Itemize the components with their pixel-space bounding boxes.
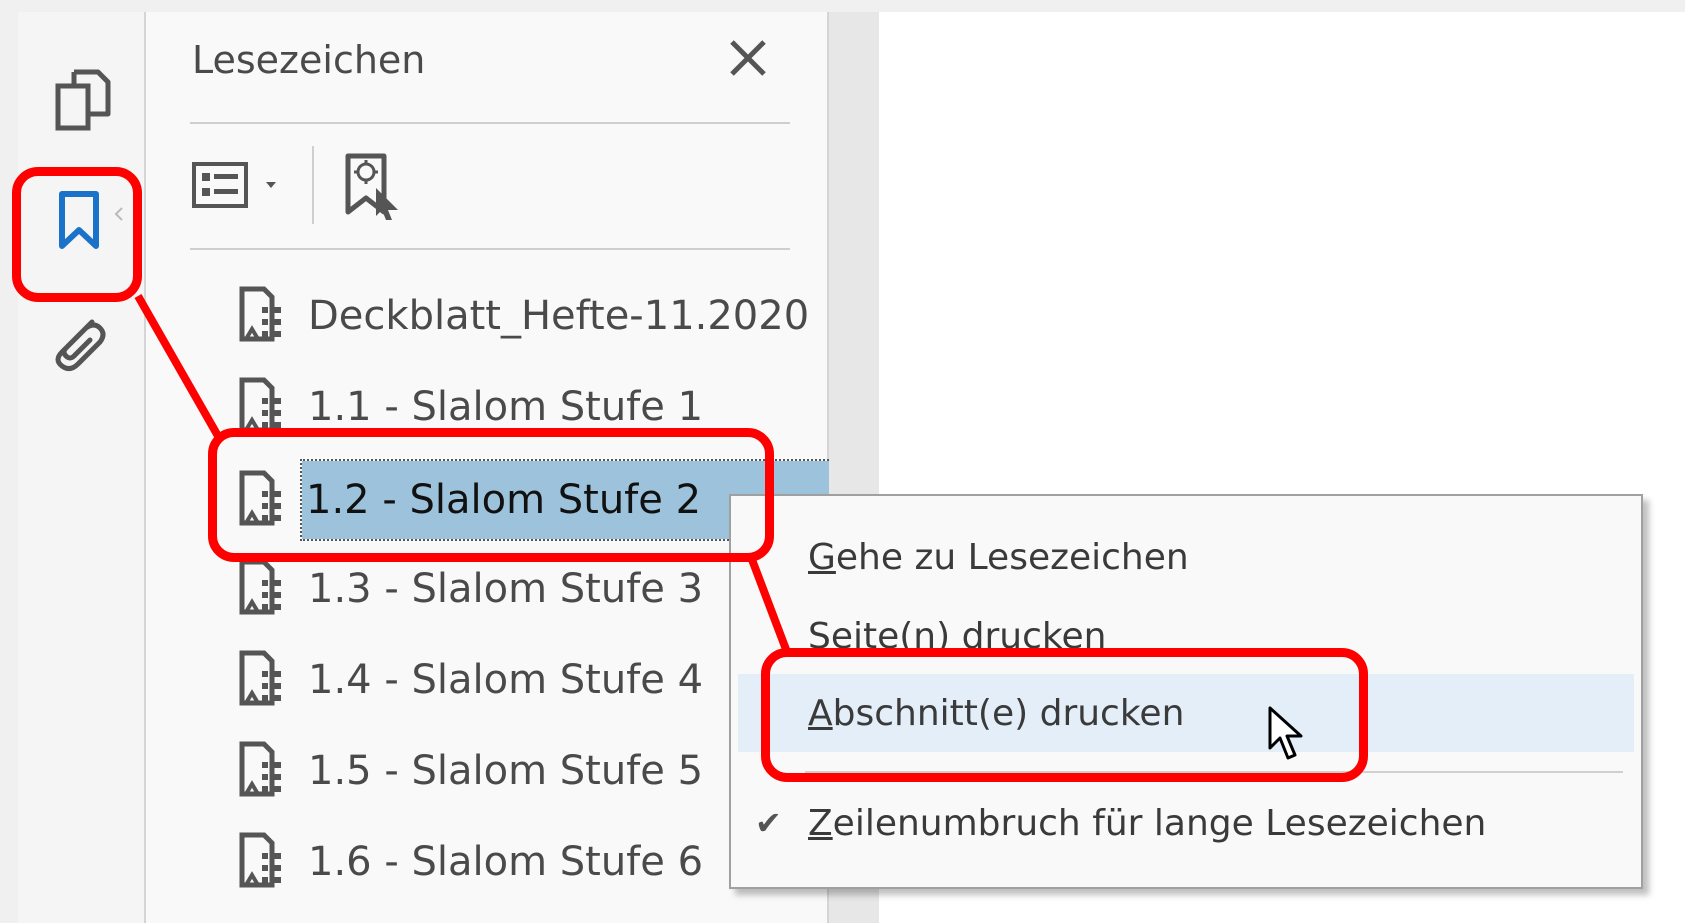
annotation-box-print-sections	[761, 648, 1368, 782]
annotation-box-selected-bookmark	[208, 428, 774, 562]
annotation-box-bookmark-icon	[12, 167, 142, 302]
